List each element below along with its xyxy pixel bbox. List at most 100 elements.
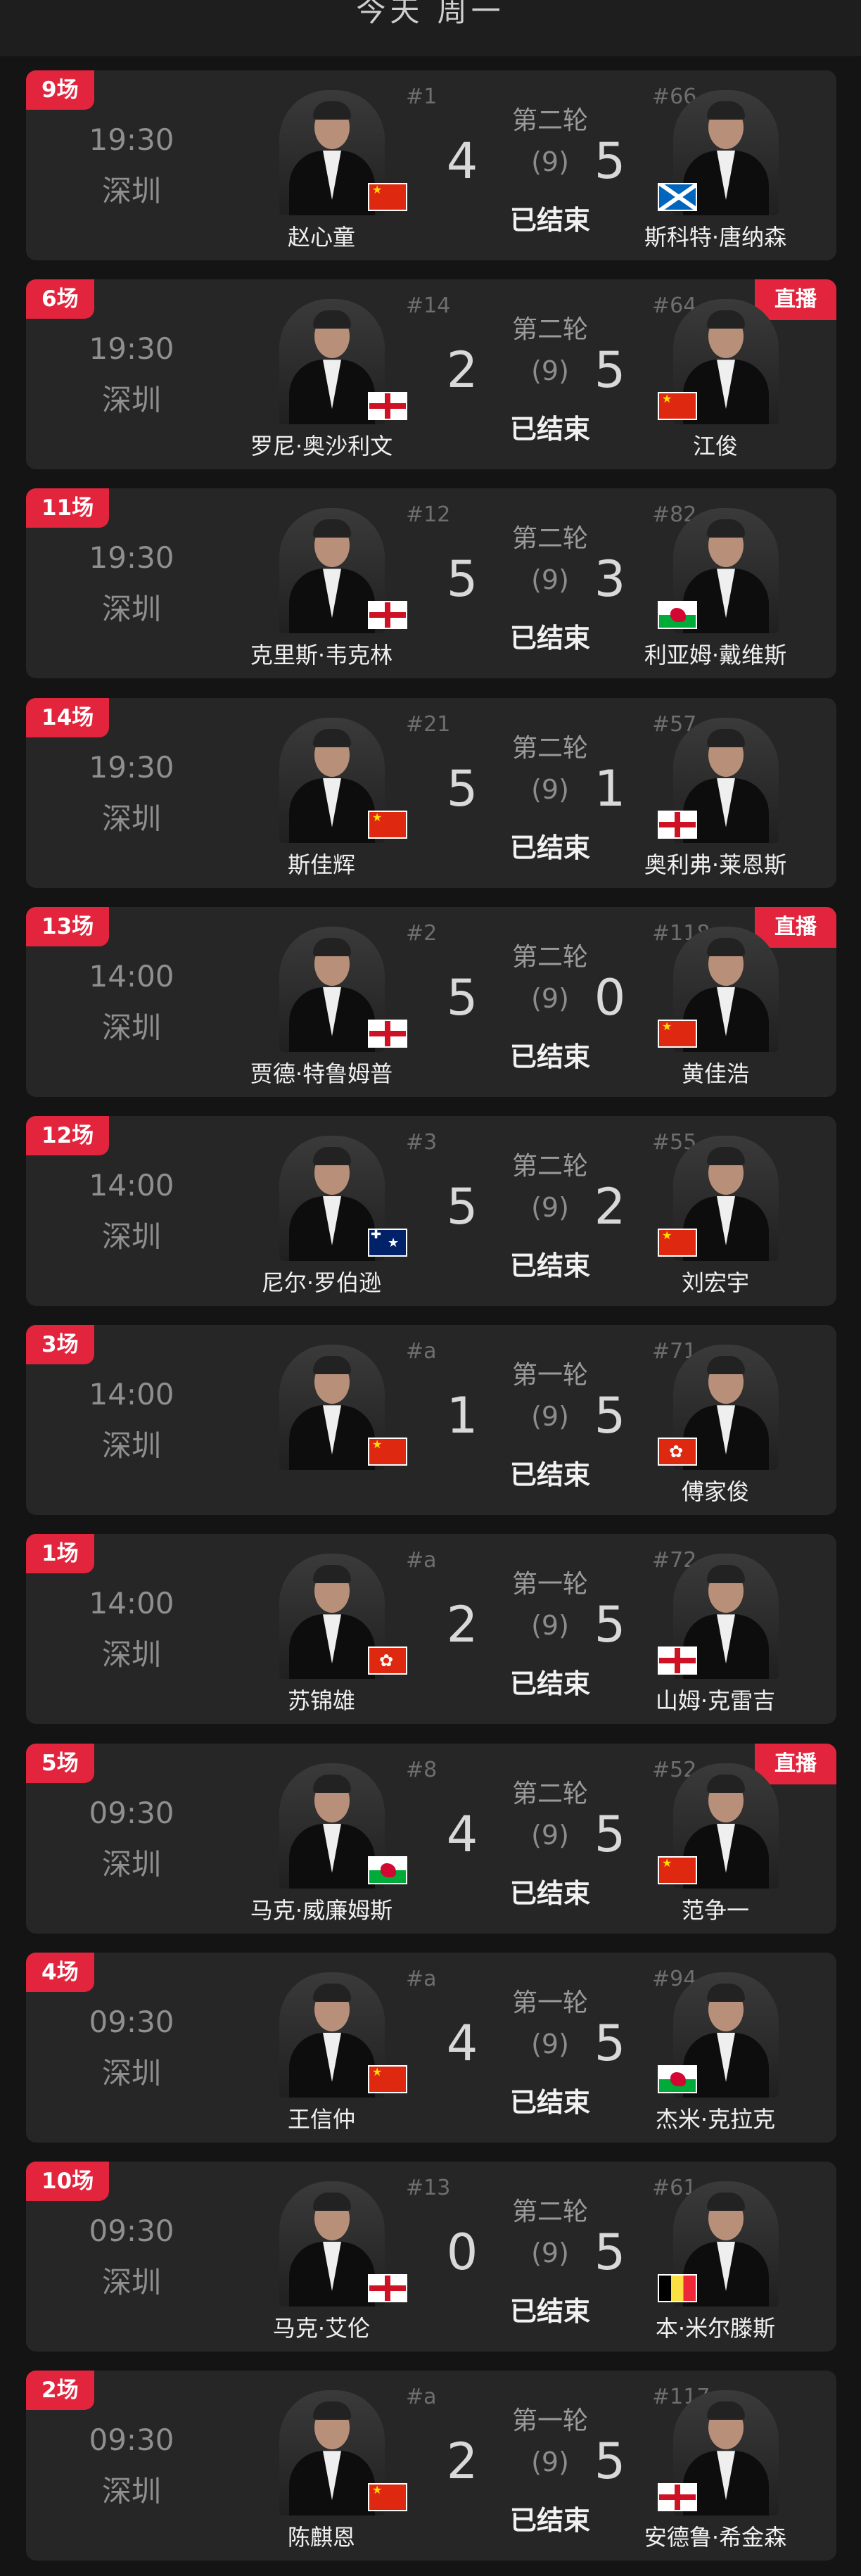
player-1-name: 苏锦雄: [287, 1687, 355, 1715]
match-card[interactable]: 13场 直播 14:00 深圳 #2 贾德·特鲁姆普 第二轮 5 (9) 0 已…: [26, 906, 836, 1097]
match-venue: 深圳: [101, 1010, 161, 1045]
player-1-rank: #21: [406, 711, 451, 737]
player-2-flag-icon: [658, 1855, 697, 1884]
match-status: 已结束: [509, 1668, 590, 1700]
match-card[interactable]: 4场 09:30 深圳 #a 王信仲 第一轮 4 (9) 5 已结束 #94 杰…: [26, 1952, 836, 2143]
match-venue: 深圳: [101, 2055, 161, 2090]
player-2-name: 本·米尔滕斯: [655, 2315, 776, 2342]
player-1[interactable]: #13 马克·艾伦: [216, 2176, 450, 2352]
player-1-rank: #12: [406, 502, 451, 528]
match-card[interactable]: 14场 19:30 深圳 #21 斯佳辉 第二轮 5 (9) 1 已结束 #57…: [26, 697, 836, 888]
match-card[interactable]: 6场 直播 19:30 深圳 #14 罗尼·奥沙利文 第二轮 2 (9) 5 已…: [26, 279, 836, 470]
match-status: 已结束: [509, 414, 590, 445]
player-1-name: 王信仲: [287, 2105, 355, 2133]
player-2-flag-icon: [658, 2274, 697, 2302]
player-2[interactable]: #64 江俊: [610, 293, 821, 469]
match-time: 14:00: [89, 1168, 174, 1203]
date-header: 今天 周一: [0, 0, 861, 56]
player-2-name: 奥利弗·莱恩斯: [644, 851, 787, 878]
match-card[interactable]: 5场 直播 09:30 深圳 #8 马克·威廉姆斯 第二轮 4 (9) 5 已结…: [26, 1743, 836, 1934]
match-card[interactable]: 10场 09:30 深圳 #13 马克·艾伦 第二轮 0 (9) 5 已结束 #…: [26, 2162, 836, 2352]
round-label: 第二轮: [511, 1152, 588, 1181]
player-2-name: 利亚姆·戴维斯: [644, 642, 787, 669]
match-card[interactable]: 2场 09:30 深圳 #a 陈麒恩 第一轮 2 (9) 5 已结束 #117 …: [26, 2371, 836, 2561]
match-time: 19:30: [89, 331, 174, 367]
match-status: 已结束: [509, 1459, 590, 1491]
match-card[interactable]: 3场 14:00 深圳 #a 第一轮 1 (9) 5 已结束 #71 傅家俊: [26, 1325, 836, 1516]
round-label: 第二轮: [511, 1779, 588, 1808]
player-2-name: 刘宏宇: [681, 1269, 749, 1296]
player-1-score: 4: [446, 2014, 478, 2072]
match-card[interactable]: 12场 14:00 深圳 #3 尼尔·罗伯逊 第二轮 5 (9) 2 已结束 #…: [26, 1116, 836, 1306]
player-1-name: 贾德·特鲁姆普: [250, 1060, 393, 1087]
player-2[interactable]: #94 杰米·克拉克: [610, 1967, 821, 2143]
match-venue: 深圳: [101, 592, 161, 627]
match-venue: 深圳: [101, 1428, 161, 1464]
player-1-flag-icon: [368, 2483, 407, 2512]
match-card[interactable]: 9场 19:30 深圳 #1 赵心童 第二轮 4 (9) 5 已结束 #66 斯…: [26, 70, 836, 260]
player-1[interactable]: #1 赵心童: [216, 84, 437, 260]
best-of-frames: (9): [531, 1610, 569, 1642]
player-2[interactable]: #117 安德鲁·希金森: [610, 2385, 821, 2561]
player-2[interactable]: #52 范争一: [610, 1758, 821, 1934]
match-venue: 深圳: [101, 2265, 161, 2299]
round-label: 第一轮: [511, 1361, 588, 1390]
best-of-frames: (9): [531, 1192, 569, 1223]
player-2-flag-icon: [658, 183, 697, 211]
match-venue: 深圳: [101, 1846, 161, 1882]
match-card[interactable]: 1场 14:00 深圳 #a 苏锦雄 第一轮 2 (9) 5 已结束 #72 山…: [26, 1534, 836, 1725]
player-1[interactable]: #8 马克·威廉姆斯: [216, 1758, 437, 1934]
player-2[interactable]: #82 利亚姆·戴维斯: [610, 502, 821, 678]
player-1-name: 陈麒恩: [287, 2524, 355, 2551]
player-1[interactable]: #a 王信仲: [216, 1967, 437, 2143]
player-2[interactable]: #66 斯科特·唐纳森: [610, 84, 821, 260]
match-time: 09:30: [89, 2214, 174, 2248]
player-1[interactable]: #14 罗尼·奥沙利文: [216, 293, 450, 469]
player-2-flag-icon: [658, 2064, 697, 2093]
match-status: 已结束: [509, 832, 590, 863]
player-1[interactable]: #12 克里斯·韦克林: [216, 502, 450, 678]
player-1-flag-icon: [368, 1019, 407, 1048]
player-1-flag-icon: [368, 1647, 407, 1675]
player-1-rank: #1: [406, 84, 438, 109]
match-status: 已结束: [509, 2086, 590, 2118]
player-1-rank: #a: [406, 2385, 437, 2410]
player-1-flag-icon: [368, 183, 407, 211]
player-2-name: 杰米·克拉克: [655, 2105, 776, 2133]
match-status: 已结束: [509, 623, 590, 654]
best-of-frames: (9): [531, 146, 569, 177]
match-venue: 深圳: [101, 174, 161, 208]
player-1[interactable]: #a 苏锦雄: [216, 1548, 437, 1724]
player-1-rank: #8: [406, 1757, 438, 1782]
player-2[interactable]: #72 山姆·克雷吉: [610, 1548, 821, 1724]
match-card[interactable]: 11场 19:30 深圳 #12 克里斯·韦克林 第二轮 5 (9) 3 已结束…: [26, 488, 836, 679]
round-label: 第二轮: [511, 524, 588, 554]
player-2-flag-icon: [658, 392, 697, 421]
player-2-flag-icon: [658, 1229, 697, 1257]
player-2[interactable]: #118 黄佳浩: [610, 921, 821, 1097]
match-venue: 深圳: [101, 1219, 161, 1254]
round-label: 第二轮: [511, 106, 588, 135]
player-2[interactable]: #57 奥利弗·莱恩斯: [610, 712, 821, 888]
best-of-frames: (9): [531, 1819, 569, 1851]
match-number-badge: 3场: [26, 1325, 94, 1365]
player-1-name: 罗尼·奥沙利文: [250, 433, 393, 460]
player-2[interactable]: #55 刘宏宇: [610, 1130, 821, 1306]
round-label: 第二轮: [511, 2197, 588, 2226]
player-2[interactable]: #61 本·米尔滕斯: [610, 2176, 821, 2352]
player-1[interactable]: #21 斯佳辉: [216, 712, 450, 888]
date-title: 今天 周一: [356, 0, 505, 28]
player-1-flag-icon: [368, 1438, 407, 1466]
player-1[interactable]: #2 贾德·特鲁姆普: [216, 921, 437, 1097]
match-number-badge: 12场: [26, 1116, 110, 1155]
player-2-name: 安德鲁·希金森: [644, 2524, 787, 2551]
player-1[interactable]: #a 陈麒恩: [216, 2385, 437, 2561]
match-number-badge: 5场: [26, 1743, 94, 1783]
player-1[interactable]: #a: [216, 1339, 437, 1515]
player-1-score: 1: [446, 1387, 478, 1445]
player-1-score: 0: [446, 2223, 478, 2281]
player-1[interactable]: #3 尼尔·罗伯逊: [216, 1130, 437, 1306]
player-2[interactable]: #71 傅家俊: [610, 1339, 821, 1515]
best-of-frames: (9): [531, 2447, 569, 2478]
match-number-badge: 10场: [26, 2162, 110, 2201]
